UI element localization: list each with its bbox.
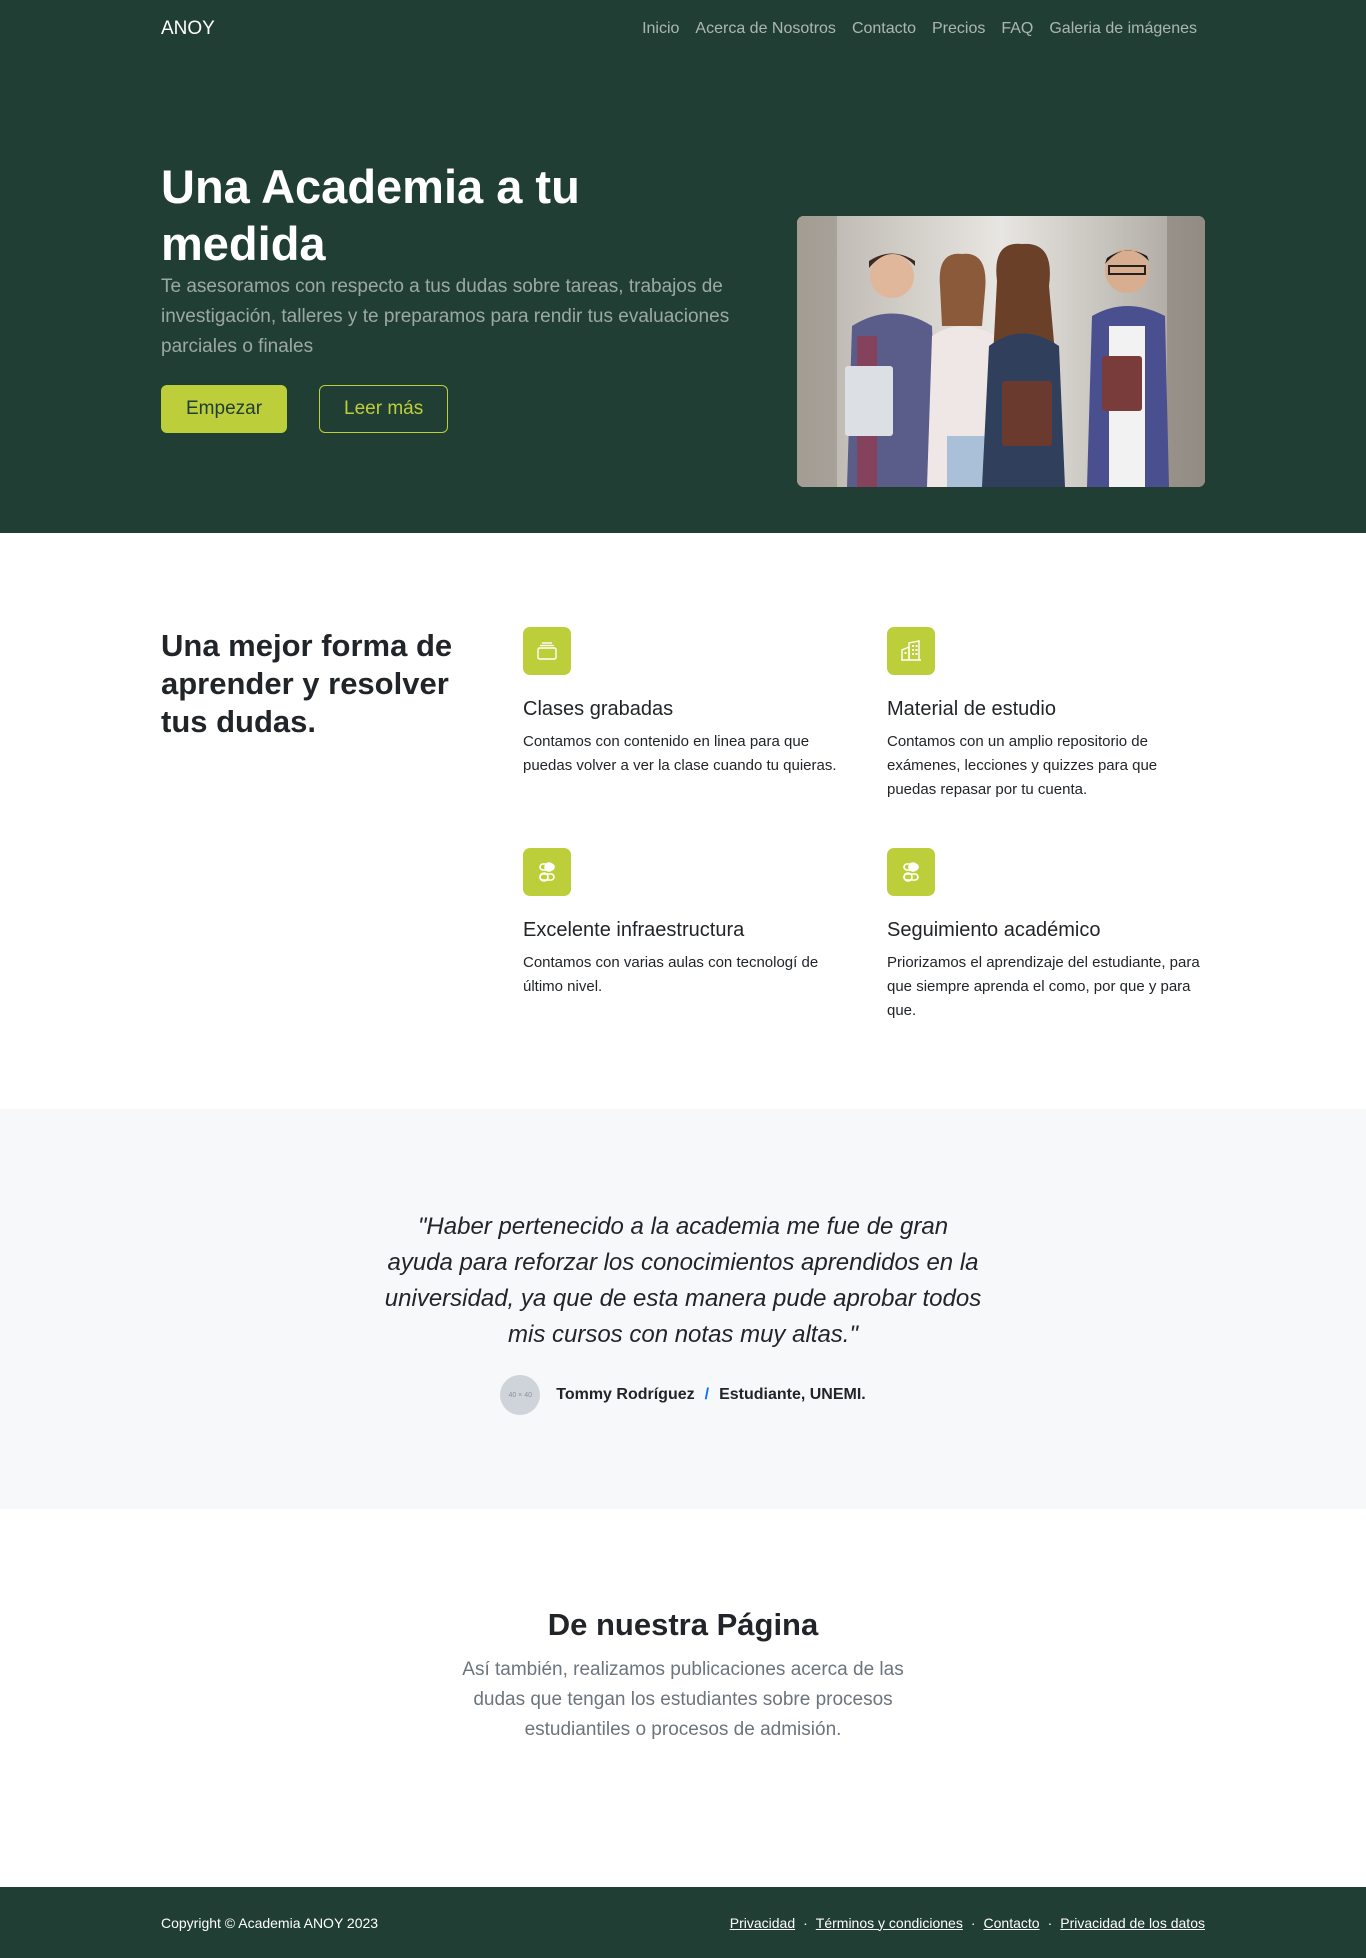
feature-text: Contamos con varias aulas con tecnologí … <box>523 954 819 995</box>
empezar-button[interactable]: Empezar <box>161 385 288 433</box>
testimonial-author: 40 × 40 Tommy Rodríguez / Estudiante, UN… <box>161 1375 1205 1415</box>
hero-buttons: Empezar Leer más <box>161 385 751 433</box>
hero-title: Una Academia a tu medida <box>161 160 580 270</box>
footer-link-privacidad[interactable]: Privacidad <box>730 1915 795 1931</box>
blog-lead: Así también, realizamos publicaciones ac… <box>462 1659 904 1740</box>
building-icon <box>887 627 935 675</box>
blog-section: De nuestra Página Así también, realizamo… <box>0 1509 1366 1887</box>
footer-separator: · <box>803 1914 808 1931</box>
testimonial-quote: "Haber pertenecido a la academia me fue … <box>384 1213 982 1348</box>
features-grid: Clases grabadas Contamos con contenido e… <box>523 627 1205 1023</box>
avatar: 40 × 40 <box>500 1375 541 1415</box>
toggles-icon <box>523 848 571 896</box>
nav-link-inicio[interactable]: Inicio <box>642 20 679 38</box>
feature-text: Priorizamos el aprendizaje del estudiant… <box>887 954 1200 1019</box>
footer-link-privacidad-datos[interactable]: Privacidad de los datos <box>1060 1915 1205 1931</box>
nav-link-galeria[interactable]: Galeria de imágenes <box>1049 20 1197 38</box>
footer-link-terminos[interactable]: Términos y condiciones <box>816 1915 963 1931</box>
nav-link-contacto[interactable]: Contacto <box>852 20 916 38</box>
brand-logo[interactable]: ANOY <box>161 18 215 40</box>
nav-links: Inicio Acerca de Nosotros Contacto Preci… <box>642 20 1197 38</box>
features-title: Una mejor forma de aprender y resolver t… <box>161 628 453 739</box>
author-role: Estudiante, UNEMI. <box>719 1386 866 1403</box>
toggles-icon <box>887 848 935 896</box>
hero-section: Una Academia a tu medida Te asesoramos c… <box>0 57 1366 533</box>
collection-icon <box>523 627 571 675</box>
feature-title: Material de estudio <box>887 698 1056 720</box>
nav-link-faq[interactable]: FAQ <box>1001 20 1033 38</box>
copyright-text: Copyright © Academia ANOY 2023 <box>161 1914 379 1931</box>
footer-link-contacto[interactable]: Contacto <box>984 1915 1040 1931</box>
footer-separator: · <box>970 1914 976 1931</box>
footer: Copyright © Academia ANOY 2023 Privacida… <box>0 1887 1366 1958</box>
nav-link-acerca[interactable]: Acerca de Nosotros <box>695 20 836 38</box>
blog-title: De nuestra Página <box>547 1607 819 1642</box>
footer-separator: · <box>1047 1914 1053 1931</box>
feature-item: Material de estudio Contamos con un ampl… <box>887 627 1205 802</box>
feature-title: Excelente infraestructura <box>523 919 745 941</box>
footer-links: Privacidad · Términos y condiciones · Co… <box>730 1915 1205 1931</box>
feature-text: Contamos con un amplio repositorio de ex… <box>887 733 1158 798</box>
nav-link-precios[interactable]: Precios <box>932 20 985 38</box>
feature-title: Clases grabadas <box>523 698 674 720</box>
hero-students-image <box>797 216 1205 487</box>
feature-text: Contamos con contenido en linea para que… <box>523 733 837 774</box>
hero-text: Una Academia a tu medida Te asesoramos c… <box>161 158 751 487</box>
author-separator: / <box>704 1386 710 1403</box>
features-section: Una mejor forma de aprender y resolver t… <box>0 533 1366 1109</box>
feature-item: Excelente infraestructura Contamos con v… <box>523 848 841 1023</box>
navbar: ANOY Inicio Acerca de Nosotros Contacto … <box>0 0 1366 57</box>
feature-item: Seguimiento académico Priorizamos el apr… <box>887 848 1205 1023</box>
students-photo-illustration <box>797 216 1205 487</box>
author-name: Tommy Rodríguez <box>556 1386 695 1403</box>
feature-title: Seguimiento académico <box>887 919 1101 941</box>
leer-mas-button[interactable]: Leer más <box>319 385 449 433</box>
feature-item: Clases grabadas Contamos con contenido e… <box>523 627 841 802</box>
testimonial-section: "Haber pertenecido a la academia me fue … <box>0 1109 1366 1509</box>
hero-lead: Te asesoramos con respecto a tus dudas s… <box>161 276 730 357</box>
